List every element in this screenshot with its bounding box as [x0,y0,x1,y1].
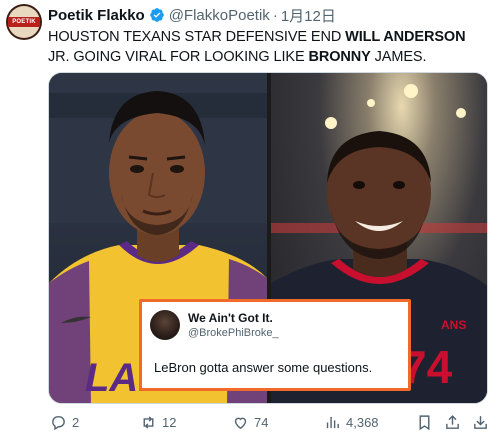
avatar-logo-text: POETIK [12,19,36,25]
like-count: 74 [254,414,269,430]
separator-dot: · [272,6,278,24]
tweet-actions: 2 12 74 4,368 [48,412,494,432]
tweet-text-part: HOUSTON TEXANS STAR DEFENSIVE END [48,29,346,45]
quoted-text: LeBron gotta answer some questions. [154,360,373,375]
quoted-tweet-overlay: We Ain't Got It. @BrokePhiBroke_ LeBron … [139,299,411,391]
tweet-date[interactable]: 1月12日 [281,5,336,26]
author-handle[interactable]: @FlakkoPoetik [169,7,270,24]
share-button[interactable] [444,412,461,432]
tweet-header: Poetik Flakko @FlakkoPoetik · 1月12日 [48,5,336,25]
quoted-avatar [150,310,180,340]
reply-count: 2 [72,414,80,430]
repost-count: 12 [162,414,177,430]
like-button[interactable]: 74 [232,412,268,432]
views-button[interactable]: 4,368 [324,412,379,432]
quoted-handle: @BrokePhiBroke_ [188,327,279,339]
repost-button[interactable]: 12 [140,412,176,432]
author-name[interactable]: Poetik Flakko [48,7,145,24]
quoted-name: We Ain't Got It. [188,311,273,325]
tweet-text-part: JAMES. [370,49,427,65]
repost-icon [143,415,154,429]
tweet-text-bold: WILL ANDERSON [345,29,466,45]
bookmark-button[interactable] [416,412,433,432]
download-button[interactable] [472,412,489,432]
tweet: POETIK Poetik Flakko @FlakkoPoetik · 1月1… [0,0,500,440]
tweet-media[interactable]: LAI 74 ANS We Ain't Got It. @BrokePhiBro… [48,72,488,404]
views-icon [326,416,339,428]
reply-icon [52,415,65,430]
svg-text:ANS: ANS [441,318,466,332]
verified-badge-icon [149,8,164,22]
download-icon [474,415,487,429]
reply-button[interactable]: 2 [50,412,79,432]
tweet-text: HOUSTON TEXANS STAR DEFENSIVE END WILL A… [48,27,488,67]
tweet-text-bold: BRONNY [308,49,371,65]
tweet-text-part: JR. GOING VIRAL FOR LOOKING LIKE [48,49,309,65]
author-avatar[interactable]: POETIK [6,4,42,40]
share-icon [446,414,459,429]
views-count: 4,368 [346,414,379,430]
bookmark-icon [419,414,430,430]
like-icon [234,417,247,429]
